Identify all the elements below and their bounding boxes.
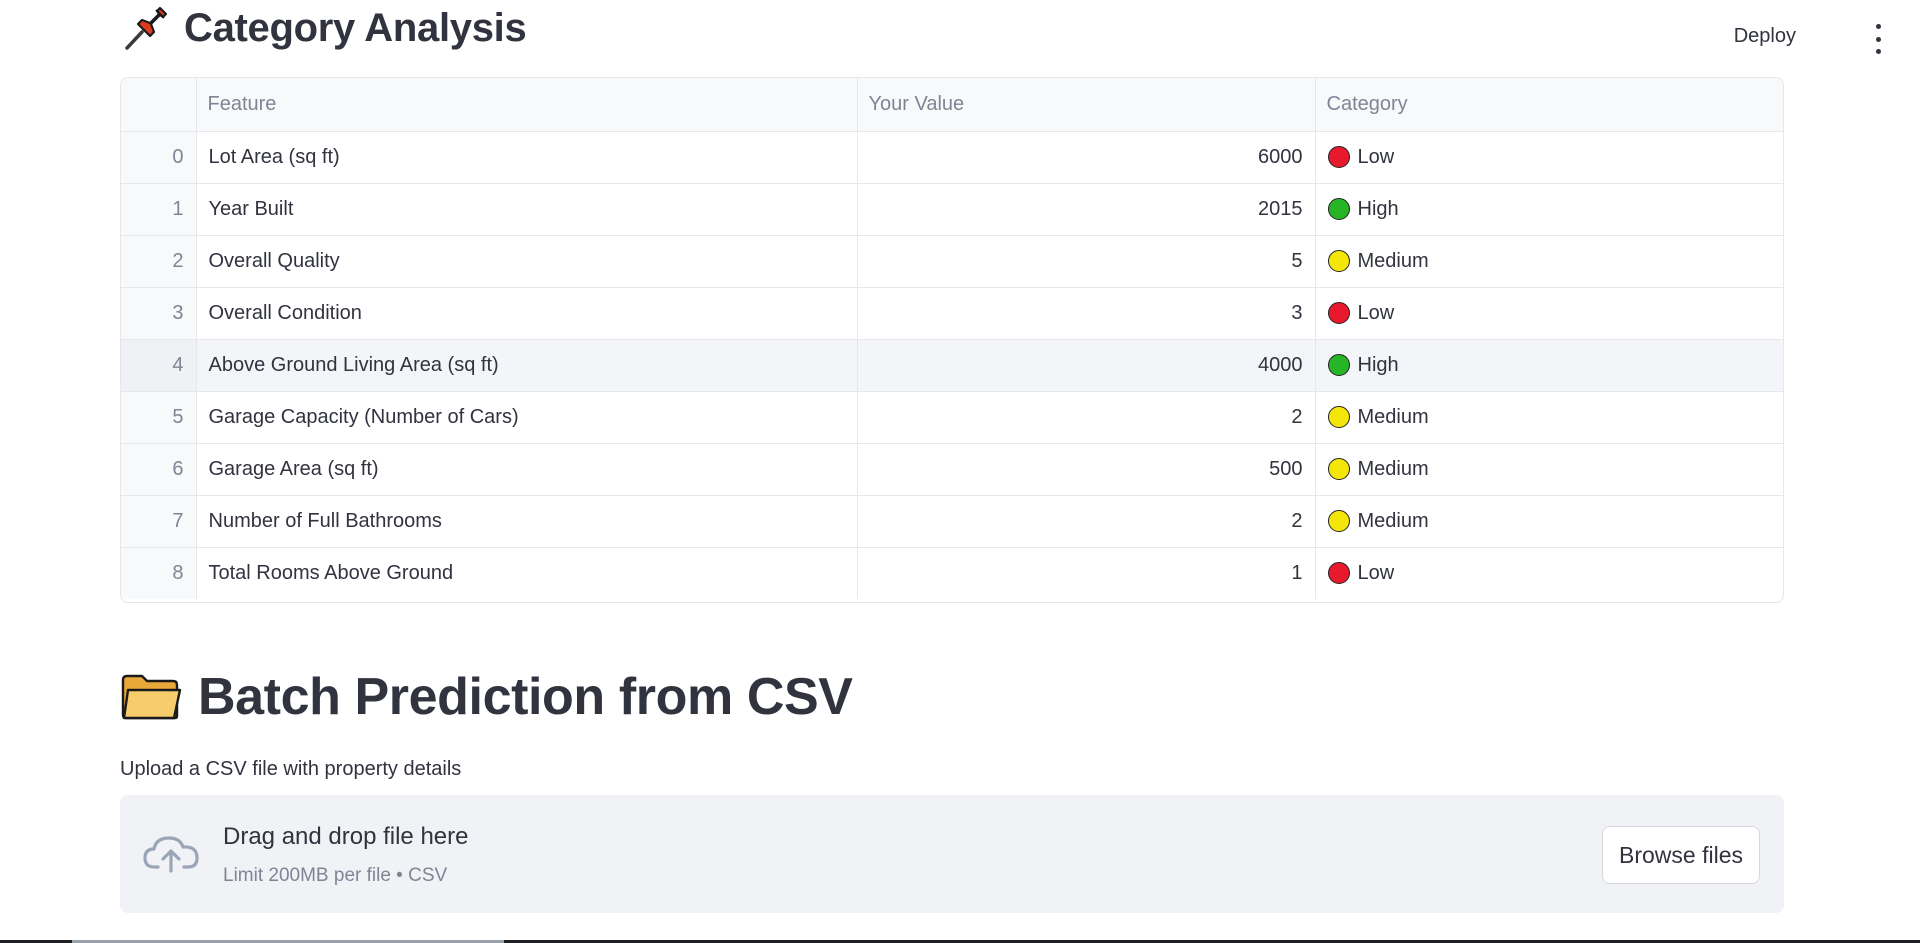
cell-category[interactable]: Medium xyxy=(1315,391,1783,444)
category-label: Medium xyxy=(1357,509,1429,532)
category-indicator-icon xyxy=(1327,458,1350,480)
category-table[interactable]: Feature Your Value Category 0 Lot Area (s… xyxy=(120,77,1784,603)
row-index: 4 xyxy=(121,339,197,392)
cloud-upload-icon xyxy=(143,836,199,873)
category-label: Low xyxy=(1357,561,1395,584)
category-label: Medium xyxy=(1357,249,1429,272)
row-index: 3 xyxy=(121,287,197,340)
file-dropzone[interactable]: Drag and drop file here Limit 200MB per … xyxy=(120,795,1784,913)
cell-feature[interactable]: Number of Full Bathrooms xyxy=(196,495,858,548)
cell-value[interactable]: 1 xyxy=(857,547,1316,599)
cell-category[interactable]: Low xyxy=(1315,287,1783,340)
cell-category[interactable]: Low xyxy=(1315,547,1783,599)
cell-value[interactable]: 5 xyxy=(857,235,1316,288)
category-label: Medium xyxy=(1357,405,1429,428)
batch-prediction-heading: Batch Prediction from CSV xyxy=(120,664,853,730)
table-row[interactable]: 1 Year Built 2015 High xyxy=(121,183,1783,236)
row-index: 2 xyxy=(121,235,197,288)
row-index: 0 xyxy=(121,131,197,184)
upload-label: Upload a CSV file with property details xyxy=(120,758,462,780)
page: Deploy Category Analysis Feature Your Va… xyxy=(0,0,1920,943)
row-index: 7 xyxy=(121,495,197,548)
table-row[interactable]: 7 Number of Full Bathrooms 2 Medium xyxy=(121,495,1783,548)
cell-feature[interactable]: Lot Area (sq ft) xyxy=(196,131,858,184)
table-row[interactable]: 0 Lot Area (sq ft) 6000 Low xyxy=(121,131,1783,184)
column-header-feature[interactable]: Feature xyxy=(196,78,858,132)
category-label: Low xyxy=(1357,301,1395,324)
cell-value[interactable]: 4000 xyxy=(857,339,1316,392)
category-indicator-icon xyxy=(1327,302,1350,324)
category-label: Low xyxy=(1357,145,1395,168)
dropzone-title: Drag and drop file here xyxy=(223,823,469,850)
cell-value[interactable]: 2 xyxy=(857,495,1316,548)
row-index: 5 xyxy=(121,391,197,444)
deploy-button[interactable]: Deploy xyxy=(1728,24,1802,49)
table-body: 0 Lot Area (sq ft) 6000 Low 1 Year Built 2015 H… xyxy=(121,131,1783,599)
cell-feature[interactable]: Total Rooms Above Ground xyxy=(196,547,858,599)
cell-feature[interactable]: Garage Capacity (Number of Cars) xyxy=(196,391,858,444)
cell-category[interactable]: Medium xyxy=(1315,235,1783,288)
cell-feature[interactable]: Overall Condition xyxy=(196,287,858,340)
cell-category[interactable]: High xyxy=(1315,339,1783,392)
cell-value[interactable]: 500 xyxy=(857,443,1316,496)
cell-value[interactable]: 6000 xyxy=(857,131,1316,184)
row-index: 1 xyxy=(121,183,197,236)
category-indicator-icon xyxy=(1327,510,1350,532)
cell-feature[interactable]: Above Ground Living Area (sq ft) xyxy=(196,339,858,392)
cell-feature[interactable]: Overall Quality xyxy=(196,235,858,288)
column-header-your-value[interactable]: Your Value xyxy=(857,78,1316,132)
pushpin-icon xyxy=(125,6,168,50)
table-header-row: Feature Your Value Category xyxy=(121,78,1783,132)
cell-category[interactable]: Low xyxy=(1315,131,1783,184)
category-indicator-icon xyxy=(1327,146,1350,168)
row-index: 8 xyxy=(121,547,197,599)
column-header-index[interactable] xyxy=(121,78,197,132)
cell-feature[interactable]: Year Built xyxy=(196,183,858,236)
category-indicator-icon xyxy=(1327,562,1350,585)
table-row[interactable]: 3 Overall Condition 3 Low xyxy=(121,287,1783,340)
cell-value[interactable]: 2015 xyxy=(857,183,1316,236)
category-label: Medium xyxy=(1357,457,1429,480)
category-label: High xyxy=(1357,197,1399,220)
cell-feature[interactable]: Garage Area (sq ft) xyxy=(196,443,858,496)
column-header-category[interactable]: Category xyxy=(1315,78,1783,132)
table-row[interactable]: 4 Above Ground Living Area (sq ft) 4000 Hig… xyxy=(121,339,1783,392)
table-row[interactable]: 2 Overall Quality 5 Medium xyxy=(121,235,1783,288)
category-analysis-heading: Category Analysis xyxy=(120,0,527,56)
table-row[interactable]: 5 Garage Capacity (Number of Cars) 2 Medium xyxy=(121,391,1783,444)
cell-category[interactable]: Medium xyxy=(1315,443,1783,496)
category-indicator-icon xyxy=(1327,354,1350,376)
browse-files-button[interactable]: Browse files xyxy=(1602,826,1760,884)
category-indicator-icon xyxy=(1327,250,1350,272)
cell-value[interactable]: 2 xyxy=(857,391,1316,444)
kebab-menu-icon[interactable] xyxy=(1872,24,1884,54)
row-index: 6 xyxy=(121,443,197,496)
cell-value[interactable]: 3 xyxy=(857,287,1316,340)
folder-icon xyxy=(121,674,182,720)
category-indicator-icon xyxy=(1327,406,1350,428)
category-indicator-icon xyxy=(1327,198,1350,220)
table-row[interactable]: 6 Garage Area (sq ft) 500 Medium xyxy=(121,443,1783,496)
page-title: Category Analysis xyxy=(184,5,527,50)
cell-category[interactable]: Medium xyxy=(1315,495,1783,548)
category-label: High xyxy=(1357,353,1399,376)
table-row[interactable]: 8 Total Rooms Above Ground 1 Low xyxy=(121,547,1783,599)
section-title: Batch Prediction from CSV xyxy=(198,668,853,726)
cell-category[interactable]: High xyxy=(1315,183,1783,236)
dropzone-limit-text: Limit 200MB per file • CSV xyxy=(223,865,448,886)
